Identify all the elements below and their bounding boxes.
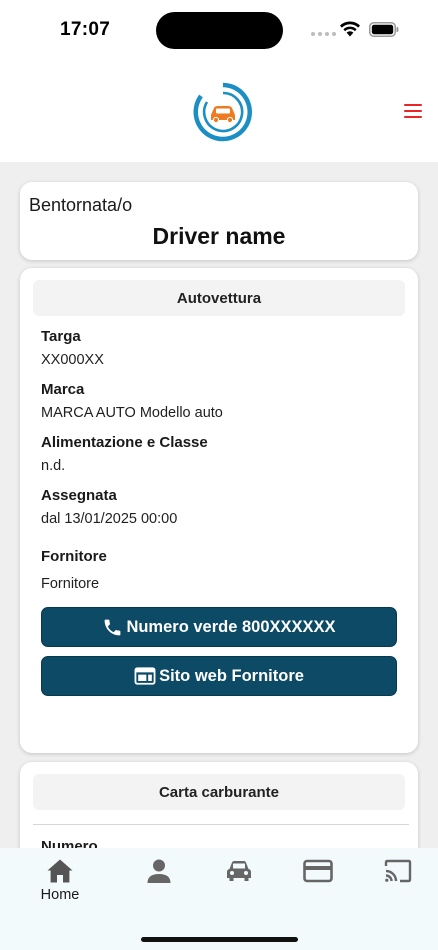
phone-icon [105, 619, 121, 635]
tab-home-label: Home [40, 887, 80, 903]
supplier-label: Fornitore [41, 548, 107, 565]
tab-cast[interactable] [368, 858, 428, 884]
brand-label: Marca [41, 381, 85, 398]
tab-fuel-card[interactable] [288, 858, 348, 884]
status-time: 17:07 [60, 19, 111, 40]
tab-profile[interactable] [129, 858, 189, 884]
battery-icon [369, 22, 399, 37]
supplier-website-button[interactable]: Sito web Fornitore [41, 656, 397, 696]
supplier-website-label: Sito web Fornitore [159, 666, 304, 685]
home-indicator [141, 937, 298, 942]
call-supplier-button[interactable]: Numero verde 800XXXXXX [41, 607, 397, 647]
card-number-label: Numero [41, 838, 98, 848]
cast-icon [384, 859, 412, 883]
wifi-icon [340, 21, 360, 37]
fuel-card-title: Carta carburante [33, 774, 405, 810]
assigned-label: Assegnata [41, 487, 117, 504]
fuel-card-section: Carta carburante Numero [20, 762, 418, 848]
person-icon [147, 859, 171, 883]
call-supplier-label: Numero verde 800XXXXXX [126, 617, 336, 636]
bottom-tab-bar: Home [0, 848, 438, 950]
dynamic-island [156, 12, 283, 49]
brand-value: MARCA AUTO Modello auto [41, 405, 223, 421]
home-icon [47, 859, 73, 883]
tab-vehicle[interactable] [209, 858, 269, 884]
main-content: Bentornata/o Driver name Autovettura Tar… [0, 162, 438, 848]
car-icon [227, 861, 251, 881]
welcome-card: Bentornata/o Driver name [20, 182, 418, 260]
vehicle-section-title: Autovettura [33, 280, 405, 316]
driver-name: Driver name [152, 223, 286, 249]
web-browser-icon [134, 667, 156, 685]
supplier-value: Fornitore [41, 576, 100, 592]
credit-card-icon [303, 859, 333, 883]
assigned-value: dal 13/01/2025 00:00 [41, 511, 178, 527]
app-header [0, 60, 438, 162]
welcome-greeting: Bentornata/o [29, 195, 133, 215]
status-bar: 17:07 [0, 0, 438, 60]
section-divider [33, 824, 409, 825]
cellular-signal-icon [311, 32, 336, 36]
fuel-class-value: n.d. [41, 458, 66, 474]
plate-value: XX000XX [41, 352, 104, 368]
fuel-class-label: Alimentazione e Classe [41, 434, 208, 451]
menu-button[interactable] [402, 102, 424, 120]
tab-home[interactable]: Home [30, 858, 90, 903]
car-charging-logo-icon [193, 82, 252, 142]
vehicle-card: Autovettura Targa XX000XX Marca MARCA AU… [20, 268, 418, 753]
plate-label: Targa [41, 328, 81, 345]
